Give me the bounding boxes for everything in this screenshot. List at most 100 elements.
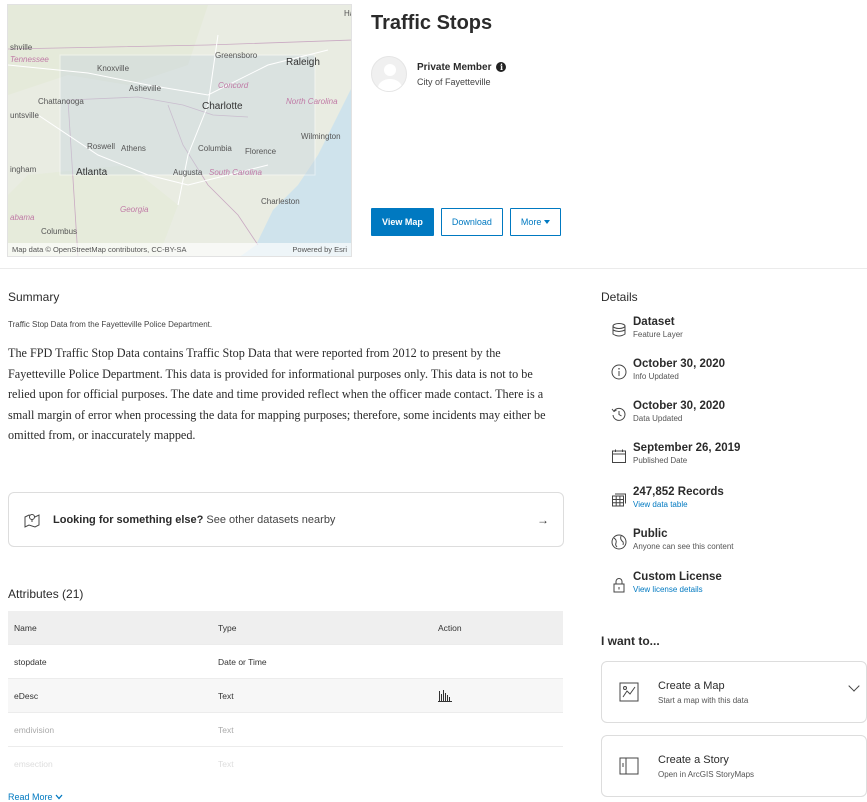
summary-description: The FPD Traffic Stop Data contains Traff… <box>8 346 546 442</box>
map-create-icon <box>619 682 639 702</box>
detail-main: Dataset <box>633 316 675 328</box>
table-row[interactable]: emsection Text <box>8 747 563 781</box>
detail-records: 247,852 Records View data table <box>611 486 724 509</box>
attributes-heading: Attributes (21) <box>8 587 84 601</box>
table-row[interactable]: eDesc Text <box>8 679 563 713</box>
map-label: Chattanooga <box>38 97 84 106</box>
attribute-name: emdivision <box>14 724 55 735</box>
detail-sub: Feature Layer <box>633 330 683 339</box>
detail-data-updated: October 30, 2020 Data Updated <box>611 400 725 423</box>
owner-organization: City of Fayetteville <box>417 76 491 87</box>
detail-sub: Data Updated <box>633 414 683 423</box>
section-divider <box>0 268 867 269</box>
map-label: Columbia <box>198 144 232 153</box>
card-subtitle: Open in ArcGIS StoryMaps <box>658 769 755 779</box>
view-license-link[interactable]: View license details <box>633 585 722 594</box>
attribute-name: emsection <box>14 759 53 769</box>
column-header-name[interactable]: Name <box>8 623 218 633</box>
view-map-button[interactable]: View Map <box>371 208 434 236</box>
map-label: shville <box>10 43 33 52</box>
map-label: South Carolina <box>209 168 262 177</box>
nearby-datasets-title: Looking for something else? <box>53 513 204 526</box>
story-icon <box>619 757 639 775</box>
page-title: Traffic Stops <box>371 12 493 34</box>
detail-sub: Info Updated <box>633 372 679 381</box>
detail-main: October 30, 2020 <box>633 358 726 370</box>
map-label: Charleston <box>261 197 300 206</box>
summary-heading: Summary <box>8 290 60 304</box>
table-row[interactable]: stopdate Date or Time <box>8 645 563 679</box>
calendar-icon <box>612 449 626 463</box>
action-buttons: View Map Download More <box>371 208 562 236</box>
detail-main: Custom License <box>633 571 722 583</box>
attribute-name: eDesc <box>14 690 39 701</box>
table-row[interactable]: emdivision Text <box>8 713 563 747</box>
attributes-table: Name Type Action stopdate Date or Time e… <box>8 611 563 781</box>
map-label: Florence <box>245 147 277 156</box>
more-button[interactable]: More <box>509 208 562 236</box>
map-label: Atlanta <box>76 167 108 178</box>
map-pin-icon <box>24 513 40 528</box>
card-title: Create a Story <box>658 753 729 766</box>
detail-main: Public <box>633 528 668 540</box>
map-label: Raleigh <box>286 57 320 68</box>
map-label: Georgia <box>120 205 149 214</box>
detail-main: 247,852 Records <box>633 486 724 498</box>
attribute-name: stopdate <box>14 656 47 667</box>
map-attribution-text: Map data © OpenStreetMap contributors, C… <box>12 245 187 254</box>
avatar <box>371 56 407 92</box>
table-header: Name Type Action <box>8 611 563 645</box>
attribute-type: Date or Time <box>218 656 267 667</box>
nearby-datasets-card[interactable]: Looking for something else? See other da… <box>8 492 564 547</box>
map-label: Columbus <box>41 227 78 236</box>
chevron-down-icon <box>55 794 63 800</box>
map-label: Tennessee <box>10 55 49 64</box>
detail-dataset: Dataset Feature Layer <box>611 316 683 339</box>
attribute-type: Text <box>218 759 234 769</box>
column-header-action: Action <box>438 622 462 633</box>
map-thumbnail[interactable]: Ha shville Tennessee Knoxville Greensbor… <box>7 4 352 257</box>
download-button[interactable]: Download <box>440 208 503 236</box>
info-icon[interactable]: i <box>496 62 507 72</box>
detail-sub: Published Date <box>633 456 688 465</box>
detail-info-updated: October 30, 2020 Info Updated <box>611 358 725 381</box>
map-label: Athens <box>121 144 146 153</box>
detail-published: September 26, 2019 Published Date <box>611 442 740 465</box>
caret-down-icon <box>544 220 551 224</box>
card-subtitle: Start a map with this data <box>658 695 749 705</box>
map-label: Augusta <box>173 168 203 177</box>
owner-name: Private Member <box>417 61 492 73</box>
read-more-label: Read More <box>8 792 53 802</box>
detail-main: October 30, 2020 <box>633 400 726 412</box>
read-more-link[interactable]: Read More <box>8 793 63 802</box>
arrow-right-icon: → <box>537 512 549 527</box>
database-icon <box>612 323 626 337</box>
history-icon <box>611 407 626 421</box>
create-map-card[interactable]: Create a Map Start a map with this data <box>601 661 867 723</box>
lock-icon <box>613 578 625 593</box>
globe-icon <box>611 534 627 550</box>
attribute-type: Text <box>218 690 234 701</box>
map-label: Ha <box>344 9 351 18</box>
i-want-to-heading: I want to... <box>601 634 660 648</box>
detail-license: Custom License View license details <box>611 571 722 594</box>
map-label: ingham <box>10 165 37 174</box>
details-heading: Details <box>601 290 638 304</box>
map-attribution: Map data © OpenStreetMap contributors, C… <box>8 243 351 256</box>
map-label: North Carolina <box>286 97 338 106</box>
view-data-table-link[interactable]: View data table <box>633 500 724 509</box>
card-title: Create a Map <box>658 679 725 692</box>
chevron-down-icon[interactable] <box>848 680 860 692</box>
create-story-card[interactable]: Create a Story Open in ArcGIS StoryMaps <box>601 735 867 797</box>
esri-credit[interactable]: Powered by Esri <box>292 245 347 254</box>
bar-chart-icon[interactable] <box>438 688 452 702</box>
map-label: Asheville <box>129 84 162 93</box>
map-label: Wilmington <box>301 132 341 141</box>
map-label: Charlotte <box>202 101 243 112</box>
map-label: abama <box>10 213 35 222</box>
detail-sub: Anyone can see this content <box>633 542 734 551</box>
map-label: untsville <box>10 111 39 120</box>
attribute-type: Text <box>218 724 234 735</box>
more-button-label: More <box>520 217 542 227</box>
column-header-type[interactable]: Type <box>218 623 438 633</box>
